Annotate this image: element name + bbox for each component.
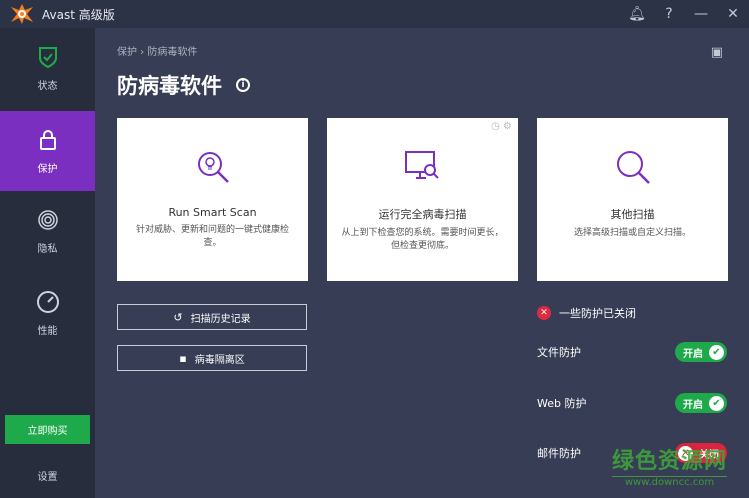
button-label: 扫描历史记录	[190, 313, 251, 325]
toggle-label: 开启	[683, 399, 703, 411]
search-icon	[616, 151, 650, 184]
watermark-name: 绿色资源网	[612, 449, 728, 474]
minimize-icon[interactable]: —	[685, 0, 717, 28]
chest-icon: ▪	[179, 351, 187, 365]
shield-label: 邮件防护	[537, 447, 581, 460]
sidebar-item-label: 状态	[37, 80, 58, 92]
status-text: 一些防护已关闭	[559, 307, 636, 320]
bulb-search-icon	[197, 152, 229, 183]
fingerprint-icon	[37, 209, 58, 230]
sidebar-item-protection[interactable]: 保护	[0, 111, 95, 191]
other-scans-card[interactable]: 其他扫描 选择高级扫描或自定义扫描。	[537, 118, 728, 281]
sidebar-item-label: 隐私	[37, 243, 58, 255]
speedometer-icon	[36, 290, 59, 313]
report-icon[interactable]: ▣	[711, 45, 723, 60]
card-desc: 针对威胁、更新和问题的一键式健康检查。	[135, 225, 289, 248]
breadcrumb[interactable]: 保护 › 防病毒软件	[117, 43, 197, 58]
sidebar-item-label: 保护	[37, 163, 58, 175]
web-shield-row: Web 防护 开启 ✔	[537, 392, 727, 414]
button-label: 病毒隔离区	[194, 354, 245, 366]
help-icon[interactable]: ?	[653, 0, 685, 28]
shield-label: Web 防护	[537, 397, 587, 410]
sidebar-item-performance[interactable]: 性能	[0, 273, 95, 353]
watermark-url: www.downcc.com	[612, 476, 728, 488]
check-icon: ✔	[709, 395, 724, 411]
scan-history-button[interactable]: ↺ 扫描历史记录	[117, 304, 307, 330]
card-desc: 从上到下检查您的系统。需要时间更长，但检查更彻底。	[341, 228, 504, 251]
page-title: 防病毒软件	[117, 74, 222, 98]
sidebar: 状态 保护 隐私 性能 立即购买 设置	[0, 28, 95, 498]
main-panel: 保护 › 防病毒软件 防病毒软件 i ▣ Run Smart Scan 针对威胁、…	[95, 28, 749, 498]
avast-logo-icon	[10, 3, 34, 25]
check-icon: ✔	[709, 344, 724, 360]
card-title: 其他扫描	[610, 208, 655, 221]
smart-scan-card[interactable]: Run Smart Scan 针对威胁、更新和问题的一键式健康检查。	[117, 118, 308, 281]
error-icon: ✕	[537, 306, 551, 320]
page-title-row: 防病毒软件 i	[117, 70, 250, 100]
web-shield-toggle[interactable]: 开启 ✔	[675, 393, 727, 413]
bell-icon[interactable]: 🔔︎	[621, 0, 653, 28]
shield-check-icon	[38, 46, 57, 68]
history-icon: ↺	[173, 310, 183, 324]
lock-icon	[39, 129, 56, 150]
file-shield-row: 文件防护 开启 ✔	[537, 341, 727, 363]
card-title: Run Smart Scan	[168, 206, 257, 219]
full-scan-card[interactable]: ◷ ⚙ 运行完全病毒扫描 从上到下检查您的系统。需要时间更长，但检查更彻底。	[327, 118, 518, 281]
buy-now-button[interactable]: 立即购买	[5, 415, 90, 444]
sidebar-item-privacy[interactable]: 隐私	[0, 191, 95, 271]
card-title: 运行完全病毒扫描	[378, 208, 467, 221]
protection-status: ✕ 一些防护已关闭	[537, 305, 636, 321]
settings-link[interactable]: 设置	[0, 468, 95, 483]
app-title: Avast 高级版	[42, 7, 115, 22]
title-bar: Avast 高级版 🔔︎ ? — ✕	[0, 0, 749, 28]
close-icon[interactable]: ✕	[717, 0, 749, 28]
gear-icon[interactable]: ⚙	[503, 121, 512, 132]
monitor-search-icon	[404, 151, 439, 179]
sidebar-item-label: 性能	[37, 325, 58, 337]
shield-label: 文件防护	[537, 346, 581, 359]
clock-icon[interactable]: ◷	[491, 121, 500, 132]
card-desc: 选择高级扫描或自定义扫描。	[573, 228, 691, 238]
toggle-label: 开启	[683, 348, 703, 360]
sidebar-item-status[interactable]: 状态	[0, 28, 95, 108]
file-shield-toggle[interactable]: 开启 ✔	[675, 342, 727, 362]
watermark: 绿色资源网 www.downcc.com	[612, 443, 728, 488]
virus-chest-button[interactable]: ▪ 病毒隔离区	[117, 345, 307, 371]
info-icon[interactable]: i	[236, 78, 250, 92]
